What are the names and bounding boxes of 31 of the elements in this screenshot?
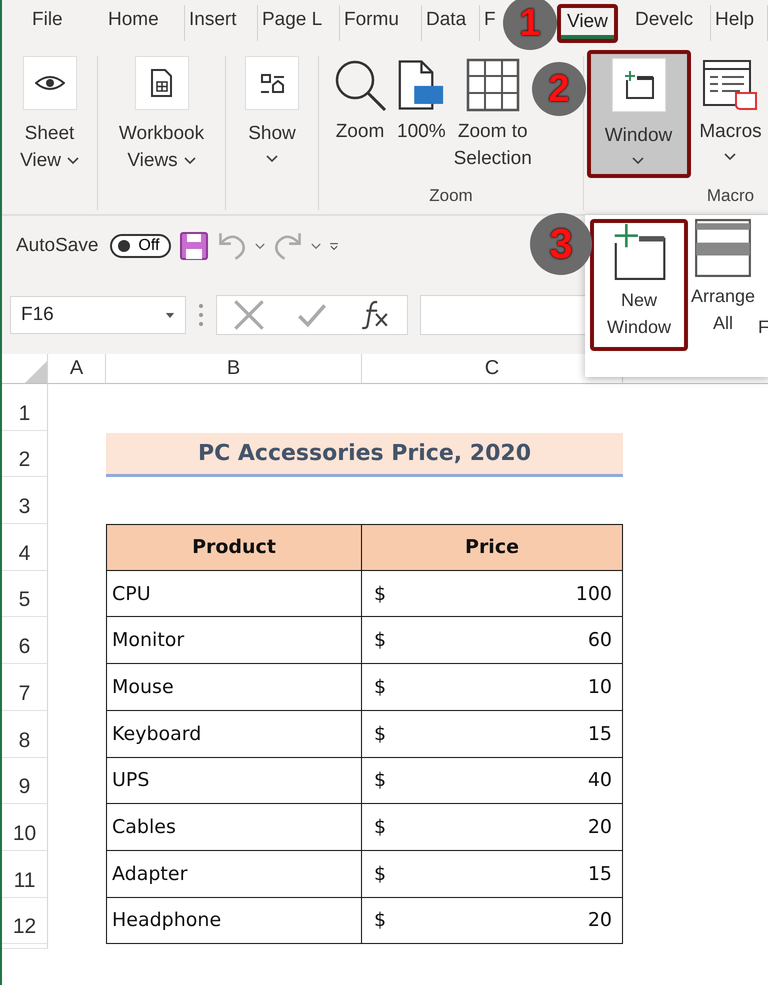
table-header: Product	[106, 524, 362, 571]
price-value: 40	[588, 769, 612, 792]
price-value: 15	[588, 722, 612, 745]
table-cell: Cables	[106, 804, 362, 851]
currency-symbol: $	[374, 862, 386, 885]
currency-symbol: $	[374, 769, 386, 792]
price-value: 20	[588, 816, 612, 838]
table-cell: UPS	[106, 758, 362, 804]
currency-symbol: $	[374, 629, 386, 652]
currency-symbol: $	[374, 816, 386, 838]
cell-reference: F16	[21, 304, 54, 326]
currency-symbol: $	[374, 582, 386, 605]
currency-symbol: $	[374, 909, 386, 932]
currency-symbol: $	[374, 722, 386, 745]
table-header: Price	[362, 524, 623, 571]
group-label: Macro	[706, 186, 756, 207]
price-value: 60	[588, 629, 612, 652]
autosave-label: AutoSave	[16, 235, 98, 257]
table-cell: Keyboard	[106, 710, 362, 758]
currency-symbol: $	[374, 676, 386, 698]
group-label: Zoom	[428, 186, 474, 207]
table-cell: Mouse	[106, 664, 362, 711]
price-value: 20	[588, 909, 612, 932]
price-value: 10	[588, 676, 612, 698]
table-cell: Headphone	[106, 898, 362, 944]
sheet-title: PC Accessories Price, 2020	[106, 432, 623, 478]
price-value: 15	[588, 862, 612, 885]
table-cell: CPU	[106, 570, 362, 618]
table-cell: Monitor	[106, 617, 362, 664]
table-cell: Adapter	[106, 850, 362, 898]
price-value: 100	[576, 582, 612, 605]
